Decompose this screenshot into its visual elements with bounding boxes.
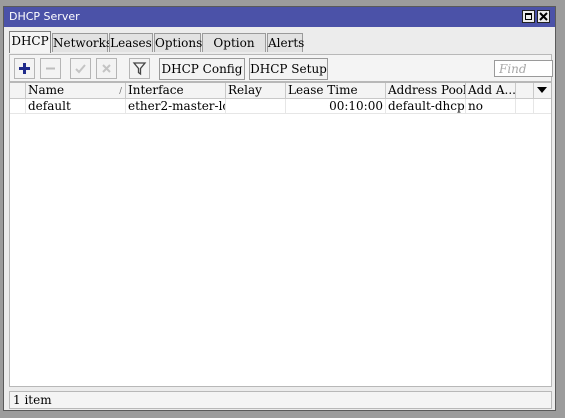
dropdown-arrow-icon — [537, 87, 547, 93]
plus-icon — [19, 63, 30, 74]
table-header: Name / Interface Relay Lease Time Addres… — [10, 83, 551, 99]
cell-interface: ether2-master-local — [126, 99, 226, 113]
header-name[interactable]: Name / — [26, 83, 126, 98]
header-interface[interactable]: Interface — [126, 83, 226, 98]
tab-leases[interactable]: Leases — [109, 33, 153, 52]
header-add-arp[interactable]: Add A... — [466, 83, 516, 98]
remove-button[interactable] — [40, 58, 61, 79]
filter-button[interactable] — [129, 58, 150, 79]
cross-icon — [102, 64, 111, 73]
dhcp-config-button[interactable]: DHCP Config — [159, 58, 245, 80]
cell-spacer — [516, 99, 534, 113]
cell-add-arp: no — [466, 99, 516, 113]
tab-options[interactable]: Options — [154, 33, 202, 52]
minus-icon — [46, 67, 55, 70]
add-button[interactable] — [14, 58, 35, 79]
find-input[interactable] — [494, 60, 553, 77]
header-lease-time[interactable]: Lease Time — [286, 83, 386, 98]
column-menu-button[interactable] — [534, 83, 551, 98]
header-name-label: Name — [28, 83, 65, 97]
tab-networks[interactable]: Networks — [52, 33, 112, 52]
tab-alerts[interactable]: Alerts — [267, 33, 304, 52]
window-title: DHCP Server — [9, 10, 80, 23]
maximize-button[interactable] — [522, 10, 535, 23]
close-button[interactable] — [537, 10, 550, 23]
checkmark-icon — [75, 64, 86, 74]
disable-button[interactable] — [96, 58, 117, 79]
header-relay[interactable]: Relay — [226, 83, 286, 98]
toolbar: DHCP Config DHCP Setup — [9, 54, 553, 82]
dhcp-server-table: Name / Interface Relay Lease Time Addres… — [9, 82, 552, 387]
status-bar: 1 item — [9, 391, 552, 409]
header-address-pool[interactable]: Address Pool — [386, 83, 466, 98]
dhcp-server-window: DHCP Server DHCP Networks Leases Options… — [3, 6, 556, 411]
dhcp-setup-button[interactable]: DHCP Setup — [249, 58, 328, 80]
tab-option-sets[interactable]: Option Sets — [202, 33, 266, 68]
row-flags — [10, 99, 26, 113]
cell-address-pool: default-dhcp — [388, 99, 466, 113]
cell-relay — [226, 99, 286, 113]
cell-name: default — [26, 99, 126, 113]
header-flags[interactable] — [10, 83, 26, 98]
close-icon — [539, 12, 548, 21]
header-spacer — [516, 83, 534, 98]
sort-icon: / — [119, 86, 122, 95]
filter-icon — [132, 62, 147, 76]
enable-button[interactable] — [70, 58, 91, 79]
table-row[interactable]: default ether2-master-local 00:10:00 def… — [10, 99, 551, 114]
cell-lease-time: 00:10:00 — [286, 99, 386, 113]
title-bar[interactable]: DHCP Server — [4, 7, 555, 27]
tab-dhcp[interactable]: DHCP — [9, 31, 51, 53]
